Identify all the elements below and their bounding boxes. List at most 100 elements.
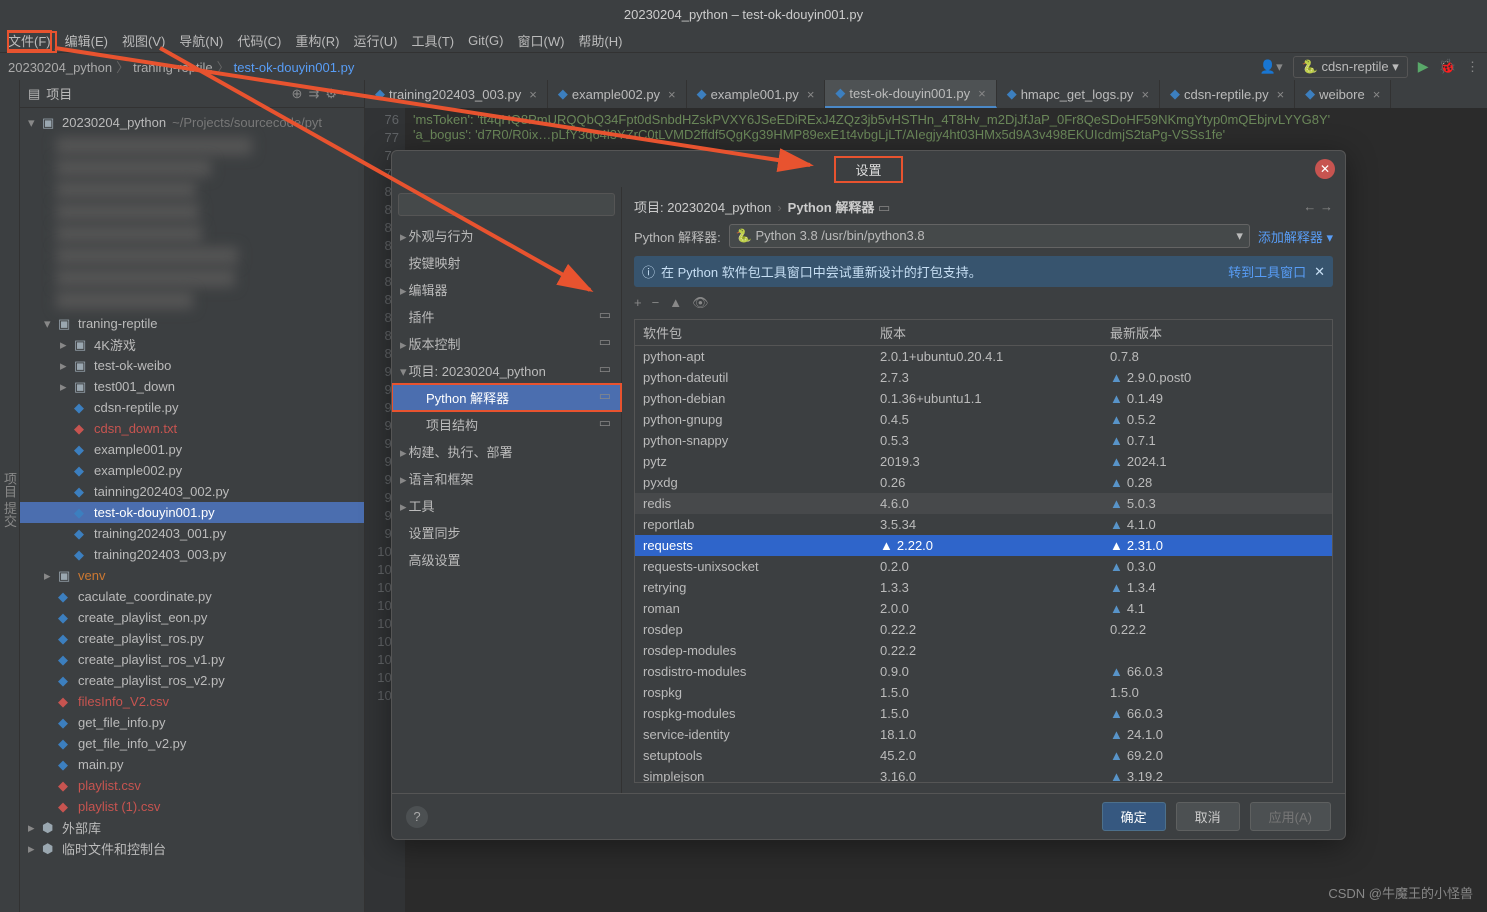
close-icon[interactable]: ✕ — [1315, 159, 1335, 179]
tree-item[interactable]: ▸⬢外部库 — [20, 817, 364, 838]
tree-item[interactable]: ◆get_file_info_v2.py — [20, 733, 364, 754]
tree-item[interactable]: ◆training202403_003.py — [20, 544, 364, 565]
table-row[interactable]: requests-unixsocket0.2.0▲0.3.0 — [635, 556, 1332, 577]
settings-category[interactable]: ▸按键映射 — [392, 249, 621, 276]
menu-item[interactable]: 重构(R) — [295, 31, 339, 50]
tree-item[interactable]: ◆training202403_001.py — [20, 523, 364, 544]
add-interpreter-link[interactable]: 添加解释器 ▾ — [1258, 227, 1333, 246]
run-icon[interactable]: ▶ — [1418, 58, 1429, 75]
show-early-icon[interactable]: 👁 — [692, 295, 709, 311]
settings-category[interactable]: ▸插件▭ — [392, 303, 621, 330]
tree-item[interactable]: ◆create_playlist_ros.py — [20, 628, 364, 649]
banner-close-icon[interactable]: ✕ — [1314, 264, 1325, 280]
table-row[interactable]: rosdep0.22.20.22.2 — [635, 619, 1332, 640]
table-row[interactable]: python-gnupg0.4.5▲0.5.2 — [635, 409, 1332, 430]
tree-item[interactable]: ▸⬢临时文件和控制台 — [20, 838, 364, 859]
tree-item[interactable]: ◆caculate_coordinate.py — [20, 586, 364, 607]
tree-item[interactable]: ◆playlist.csv — [20, 775, 364, 796]
table-row[interactable]: roman2.0.0▲4.1 — [635, 598, 1332, 619]
run-config-selector[interactable]: 🐍 cdsn-reptile ▾ — [1293, 56, 1408, 78]
left-tool-gutter[interactable]: 项目 提交 — [0, 80, 20, 912]
collapse-icon[interactable]: ⇉ — [308, 86, 319, 102]
tree-item[interactable]: ◆main.py — [20, 754, 364, 775]
editor-tab[interactable]: ◆test-ok-douyin001.py× — [825, 80, 996, 108]
menu-item[interactable]: 运行(U) — [353, 31, 397, 50]
table-row[interactable]: rosdep-modules0.22.2 — [635, 640, 1332, 661]
table-row[interactable]: simplejson3.16.0▲3.19.2 — [635, 766, 1332, 783]
menu-item[interactable]: 代码(C) — [237, 31, 281, 50]
table-row[interactable]: setuptools45.2.0▲69.2.0 — [635, 745, 1332, 766]
tree-item[interactable]: ◆cdsn_down.txt — [20, 418, 364, 439]
editor-tab[interactable]: ◆example001.py× — [687, 80, 826, 108]
table-row[interactable]: service-identity18.1.0▲24.1.0 — [635, 724, 1332, 745]
settings-search-input[interactable] — [398, 193, 615, 216]
more-icon[interactable]: ⋮ — [1466, 59, 1479, 75]
table-row[interactable]: python-debian0.1.36+ubuntu1.1▲0.1.49 — [635, 388, 1332, 409]
table-row[interactable]: rospkg-modules1.5.0▲66.0.3 — [635, 703, 1332, 724]
tree-item[interactable]: ▸▣4K游戏 — [20, 334, 364, 355]
cancel-button[interactable]: 取消 — [1176, 802, 1240, 831]
settings-category[interactable]: ▸语言和框架 — [392, 465, 621, 492]
tree-item[interactable]: ◆get_file_info.py — [20, 712, 364, 733]
table-row[interactable]: reportlab3.5.34▲4.1.0 — [635, 514, 1332, 535]
tree-item[interactable]: ◆create_playlist_ros_v1.py — [20, 649, 364, 670]
table-row[interactable]: pyxdg0.26▲0.28 — [635, 472, 1332, 493]
table-row[interactable]: python-apt2.0.1+ubuntu0.20.4.10.7.8 — [635, 346, 1332, 367]
apply-button[interactable]: 应用(A) — [1250, 802, 1331, 831]
tree-item[interactable]: ▸▣venv — [20, 565, 364, 586]
breadcrumb-item[interactable]: traning-reptile — [133, 60, 230, 75]
help-icon[interactable]: ? — [406, 806, 428, 828]
menu-item[interactable]: 文件(F) — [8, 31, 51, 50]
settings-category[interactable]: ▸版本控制▭ — [392, 330, 621, 357]
tree-item[interactable]: ◆example002.py — [20, 460, 364, 481]
menu-item[interactable]: 帮助(H) — [578, 31, 622, 50]
settings-category[interactable]: ▸构建、执行、部署 — [392, 438, 621, 465]
tree-item[interactable]: ▸▣test001_down — [20, 376, 364, 397]
tree-item[interactable]: ◆create_playlist_ros_v2.py — [20, 670, 364, 691]
tree-item[interactable]: ▾▣20230204_python~/Projects/sourcecode/p… — [20, 112, 364, 133]
editor-tab[interactable]: ◆cdsn-reptile.py× — [1160, 80, 1295, 108]
tree-item[interactable]: ◆create_playlist_eon.py — [20, 607, 364, 628]
debug-icon[interactable]: 🐞 — [1439, 58, 1456, 75]
table-row[interactable]: redis4.6.0▲5.0.3 — [635, 493, 1332, 514]
table-row[interactable]: python-snappy0.5.3▲0.7.1 — [635, 430, 1332, 451]
interpreter-combo[interactable]: 🐍 Python 3.8 /usr/bin/python3.8▾ — [729, 224, 1250, 248]
tree-item[interactable]: ◆filesInfo_V2.csv — [20, 691, 364, 712]
table-row[interactable]: rospkg1.5.01.5.0 — [635, 682, 1332, 703]
table-row[interactable]: retrying1.3.3▲1.3.4 — [635, 577, 1332, 598]
banner-link[interactable]: 转到工具窗口 — [1228, 262, 1306, 281]
editor-tab[interactable]: ◆hmapc_get_logs.py× — [997, 80, 1160, 108]
ok-button[interactable]: 确定 — [1102, 802, 1166, 831]
settings-category[interactable]: ▸工具 — [392, 492, 621, 519]
settings-category[interactable]: ▸编辑器 — [392, 276, 621, 303]
tree-item[interactable]: ◆test-ok-douyin001.py — [20, 502, 364, 523]
menu-item[interactable]: 编辑(E) — [65, 31, 108, 50]
table-row[interactable]: python-dateutil2.7.3▲2.9.0.post0 — [635, 367, 1332, 388]
user-icon[interactable]: 👤▾ — [1260, 59, 1283, 75]
tree-item[interactable]: ▾▣traning-reptile — [20, 313, 364, 334]
hide-icon[interactable]: — — [343, 86, 356, 101]
nav-arrows[interactable]: ← → — [1303, 199, 1333, 214]
tree-item[interactable]: ◆tainning202403_002.py — [20, 481, 364, 502]
breadcrumb-item[interactable]: 20230204_python — [8, 60, 129, 75]
tree-item[interactable]: ▸▣test-ok-weibo — [20, 355, 364, 376]
add-pkg-icon[interactable]: + — [634, 295, 642, 311]
tree-item[interactable]: ◆cdsn-reptile.py — [20, 397, 364, 418]
breadcrumb-item[interactable]: test-ok-douyin001.py — [234, 60, 359, 75]
editor-tab[interactable]: ◆training202403_003.py× — [365, 80, 548, 108]
menu-item[interactable]: Git(G) — [468, 33, 503, 48]
settings-category[interactable]: ▸外观与行为 — [392, 222, 621, 249]
settings-subcategory[interactable]: Python 解释器▭ — [392, 384, 621, 411]
menu-item[interactable]: 视图(V) — [122, 31, 165, 50]
tree-item[interactable]: ◆example001.py — [20, 439, 364, 460]
remove-pkg-icon[interactable]: − — [652, 295, 660, 311]
project-tree[interactable]: ▾▣20230204_python~/Projects/sourcecode/p… — [20, 108, 364, 912]
settings-icon[interactable]: ⚙ — [325, 86, 337, 102]
menu-item[interactable]: 工具(T) — [411, 31, 454, 50]
menu-item[interactable]: 导航(N) — [179, 31, 223, 50]
package-table[interactable]: 软件包 版本 最新版本 python-apt2.0.1+ubuntu0.20.4… — [634, 319, 1333, 783]
settings-category[interactable]: ▸高级设置 — [392, 546, 621, 573]
settings-category[interactable]: ▾项目: 20230204_python▭ — [392, 357, 621, 384]
upgrade-pkg-icon[interactable]: ▲ — [669, 295, 682, 311]
editor-tab[interactable]: ◆weibore× — [1295, 80, 1391, 108]
